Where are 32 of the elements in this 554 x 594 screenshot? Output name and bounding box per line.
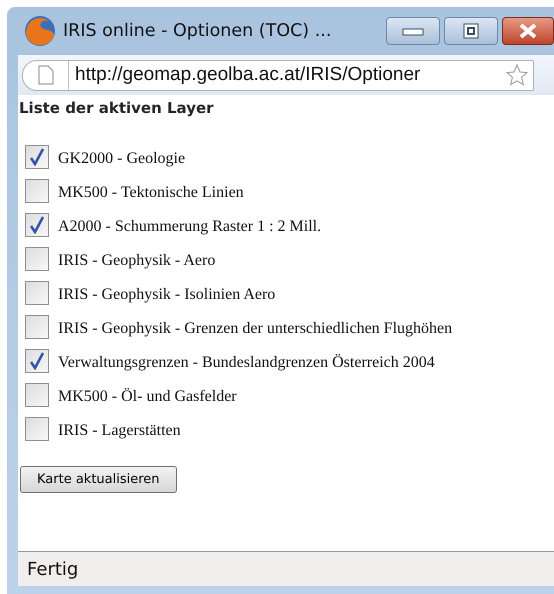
- checkbox[interactable]: [25, 144, 49, 168]
- maximize-button[interactable]: [444, 17, 498, 45]
- close-button[interactable]: [502, 17, 554, 45]
- minimize-button[interactable]: [386, 17, 440, 45]
- window-title: IRIS online - Optionen (TOC) ...: [63, 20, 332, 43]
- layer-label: IRIS - Geophysik - Aero: [58, 250, 216, 270]
- browser-logo-icon: [23, 14, 57, 48]
- layer-label: A2000 - Schummerung Raster 1 : 2 Mill.: [58, 216, 322, 236]
- list-heading: Liste der aktiven Layer: [19, 98, 215, 119]
- checkbox[interactable]: [25, 246, 49, 270]
- minimize-icon: [402, 26, 424, 36]
- address-field[interactable]: http://geomap.geolba.ac.at/IRIS/Optioner: [22, 60, 534, 90]
- layer-label: GK2000 - Geologie: [58, 148, 186, 168]
- layer-label: IRIS - Geophysik - Isolinien Aero: [58, 284, 276, 304]
- checkbox[interactable]: [25, 280, 49, 304]
- layer-label: Verwaltungsgrenzen - Bundeslandgrenzen Österreich 2004: [58, 352, 435, 372]
- checkbox[interactable]: [25, 382, 49, 406]
- checkbox[interactable]: [25, 348, 49, 372]
- checkbox[interactable]: [25, 178, 49, 202]
- maximize-icon: [463, 23, 479, 39]
- layer-label: MK500 - Öl- und Gasfelder: [58, 386, 237, 406]
- checkbox[interactable]: [25, 212, 49, 236]
- close-icon: [517, 22, 539, 40]
- bookmark-star-icon[interactable]: [505, 63, 529, 87]
- checkbox[interactable]: [25, 416, 49, 440]
- status-text: Fertig: [27, 558, 78, 582]
- update-map-button[interactable]: Karte aktualisieren: [20, 466, 177, 493]
- page-icon: [38, 65, 54, 85]
- layer-label: MK500 - Tektonische Linien: [58, 182, 244, 202]
- layer-label: IRIS - Lagerstätten: [58, 420, 181, 440]
- checkbox[interactable]: [25, 314, 49, 338]
- layer-label: IRIS - Geophysik - Grenzen der unterschiedlichen Flughöhen: [58, 318, 452, 338]
